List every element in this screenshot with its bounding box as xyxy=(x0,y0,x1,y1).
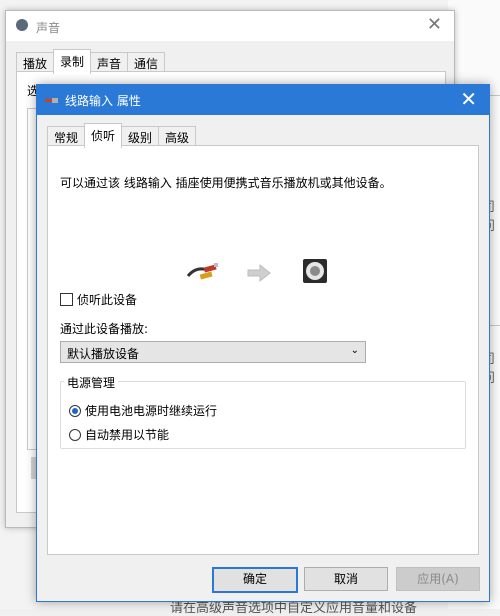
device-illustration xyxy=(178,246,358,296)
chevron-down-icon: ⌄ xyxy=(350,345,359,356)
sound-dialog-title: 声音 xyxy=(36,21,61,35)
ok-button[interactable]: 确定 xyxy=(212,567,298,593)
playback-device-value: 默认播放设备 xyxy=(67,347,140,361)
power-management-title: 电源管理 xyxy=(64,374,119,391)
playback-device-select[interactable]: 默认播放设备 ⌄ xyxy=(60,341,366,363)
sound-tab-strip: 播放 录制 声音 通信 xyxy=(16,49,166,74)
audio-jack-icon xyxy=(45,98,58,103)
listen-tab-panel: 可以通过该 线路输入 插座使用便携式音乐播放机或其他设备。 侦听此设备 通过此设… xyxy=(47,145,479,555)
tab-recording[interactable]: 录制 xyxy=(53,49,92,74)
properties-dialog-title: 线路输入 属性 xyxy=(65,94,141,108)
listen-checkbox-label: 侦听此设备 xyxy=(77,293,138,307)
apply-button[interactable]: 应用(A) xyxy=(396,567,480,591)
properties-titlebar: 线路输入 属性 ✕ xyxy=(37,85,489,115)
radio-auto-disable[interactable] xyxy=(69,428,81,441)
listen-description: 可以通过该 线路输入 插座使用便携式音乐播放机或其他设备。 xyxy=(60,176,392,190)
close-icon[interactable]: ✕ xyxy=(427,14,442,35)
audio-cable-icon xyxy=(186,263,218,280)
line-in-properties-dialog: 线路输入 属性 ✕ 常规 侦听 级别 高级 可以通过该 线路输入 插座使用便携式音乐播… xyxy=(36,84,490,602)
power-option-label: 使用电池电源时继续运行 xyxy=(85,404,218,418)
power-option-label: 自动禁用以节能 xyxy=(85,428,170,442)
radio-continue-on-battery[interactable] xyxy=(69,404,81,417)
playback-through-label: 通过此设备播放: xyxy=(60,322,149,336)
listen-checkbox[interactable] xyxy=(60,293,73,306)
close-icon[interactable]: ✕ xyxy=(460,87,477,111)
speaker-icon xyxy=(16,19,28,31)
power-management-group: 使用电池电源时继续运行 自动禁用以节能 xyxy=(60,381,466,449)
listen-checkbox-row[interactable]: 侦听此设备 xyxy=(60,291,137,308)
power-option-auto-disable[interactable]: 自动禁用以节能 xyxy=(69,426,169,443)
arrow-right-icon xyxy=(247,263,271,283)
cancel-button[interactable]: 取消 xyxy=(304,567,388,591)
power-option-continue[interactable]: 使用电池电源时继续运行 xyxy=(69,402,217,419)
tab-listen[interactable]: 侦听 xyxy=(84,123,123,148)
speaker-device-icon xyxy=(303,259,327,283)
sound-titlebar: 声音 ✕ xyxy=(6,11,454,41)
device-illustration-graphic xyxy=(186,259,327,283)
